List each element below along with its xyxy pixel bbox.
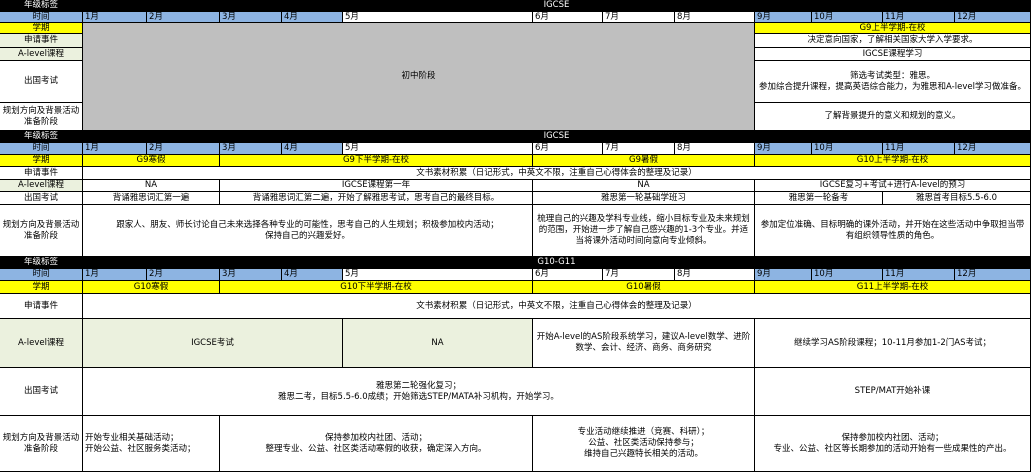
alevel-text[interactable]: IGCSE课程学习 <box>755 48 1031 61</box>
month-cell[interactable]: 8月 <box>675 269 755 281</box>
alevel-label[interactable]: A-level课程 <box>0 48 83 61</box>
month-cell[interactable]: 10月 <box>812 143 883 155</box>
plan-item[interactable]: 保持参加校内社团、活动； 整理专业、公益、社区类活动寒假的收获，确定深入方向。 <box>220 416 533 472</box>
exam-item[interactable]: 雅思第一轮基础学班习 <box>533 192 755 205</box>
month-cell[interactable]: 1月 <box>83 269 147 281</box>
application-label[interactable]: 申请事件 <box>0 34 83 48</box>
exam-label[interactable]: 出国考试 <box>0 368 83 416</box>
term-g9-winter[interactable]: G9寒假 <box>83 155 220 167</box>
application-label[interactable]: 申请事件 <box>0 167 83 180</box>
month-cell[interactable]: 12月 <box>955 143 1031 155</box>
grade-value[interactable]: IGCSE <box>83 0 1031 12</box>
month-cell[interactable]: 1月 <box>83 143 147 155</box>
exam-item[interactable]: 背诵雅思词汇第二遍，开始了解雅思考试，思考自己的最终目标。 <box>220 192 533 205</box>
month-cell[interactable]: 6月 <box>533 12 603 23</box>
month-cell[interactable]: 11月 <box>883 12 955 23</box>
application-text[interactable]: 文书素材积累（日记形式，中英文不限，注重自己心得体会的整理及记录） <box>83 294 1031 319</box>
month-cell[interactable]: 6月 <box>533 143 603 155</box>
term-g9-summer[interactable]: G9暑假 <box>533 155 755 167</box>
grade-value[interactable]: G10-G11 <box>83 257 1031 269</box>
exam-item[interactable]: STEP/MAT开始补课 <box>755 368 1031 416</box>
month-cell[interactable]: 1月 <box>83 12 147 23</box>
time-label[interactable]: 时间 <box>0 12 83 23</box>
month-cell[interactable]: 3月 <box>220 143 282 155</box>
alevel-item[interactable]: IGCSE复习+考试+进行A-level的预习 <box>755 180 1031 192</box>
alevel-label[interactable]: A-level课程 <box>0 319 83 368</box>
month-cell[interactable]: 9月 <box>755 143 812 155</box>
month-cell[interactable]: 10月 <box>812 12 883 23</box>
month-cell[interactable]: 12月 <box>955 12 1031 23</box>
plan-label[interactable]: 规划方向及背景活动准备阶段 <box>0 416 83 472</box>
term-g9-first-half[interactable]: G9上半学期-在校 <box>755 23 1031 34</box>
alevel-label[interactable]: A-level课程 <box>0 180 83 192</box>
grade-label[interactable]: 年级标签 <box>0 257 83 269</box>
month-cell[interactable]: 7月 <box>603 12 675 23</box>
month-cell[interactable]: 3月 <box>220 269 282 281</box>
term-label[interactable]: 学期 <box>0 281 83 294</box>
grade-label[interactable]: 年级标签 <box>0 0 83 12</box>
month-cell[interactable]: 7月 <box>603 143 675 155</box>
month-cell[interactable]: 5月 <box>343 143 533 155</box>
plan-text[interactable]: 了解背景提升的意义和规划的意义。 <box>755 103 1031 131</box>
term-g10-summer[interactable]: G10暑假 <box>533 281 755 294</box>
term-label[interactable]: 学期 <box>0 155 83 167</box>
plan-item[interactable]: 开始专业相关基础活动； 开始公益、社区服务类活动； <box>83 416 220 472</box>
month-cell[interactable]: 11月 <box>883 143 955 155</box>
middle-school-block[interactable]: 初中阶段 <box>83 23 755 131</box>
month-cell[interactable]: 6月 <box>533 269 603 281</box>
alevel-item[interactable]: NA <box>343 319 533 368</box>
term-g10-winter[interactable]: G10寒假 <box>83 281 220 294</box>
exam-item[interactable]: 雅思第二轮强化复习； 雅思二考，目标5.5-6.0成绩；开始筛选STEP/MAT… <box>83 368 755 416</box>
alevel-item[interactable]: IGCSE课程第一年 <box>220 180 533 192</box>
month-cell[interactable]: 7月 <box>603 269 675 281</box>
time-label[interactable]: 时间 <box>0 269 83 281</box>
month-cell[interactable]: 5月 <box>343 269 533 281</box>
plan-label[interactable]: 规划方向及背景活动准备阶段 <box>0 205 83 257</box>
alevel-item[interactable]: NA <box>533 180 755 192</box>
month-cell[interactable]: 9月 <box>755 269 812 281</box>
alevel-item[interactable]: 开始A-level的AS阶段系统学习，建议A-level数学、进阶数学、会计、经… <box>533 319 755 368</box>
plan-label[interactable]: 规划方向及背景活动准备阶段 <box>0 103 83 131</box>
plan-item[interactable]: 保持参加校内社团、活动； 专业、公益、社区等长期参加的活动开始有一些成果性的产出… <box>755 416 1031 472</box>
plan-item[interactable]: 梳理自己的兴趣及学科专业线，缩小目标专业及未来规划的范围，开始进一步了解自己感兴… <box>533 205 755 257</box>
term-g10-first-half[interactable]: G10上半学期-在校 <box>755 155 1031 167</box>
exam-label[interactable]: 出国考试 <box>0 61 83 103</box>
term-g9-second-half[interactable]: G9下半学期-在校 <box>220 155 533 167</box>
planning-spreadsheet: 年级标签 IGCSE 时间 1月 2月 3月 4月 5月 6月 7月 8月 9月 10月 11月 12月 学期… <box>0 0 1034 472</box>
application-text[interactable]: 文书素材积累（日记形式，中英文不限，注重自己心得体会的整理及记录） <box>83 167 1031 180</box>
month-cell[interactable]: 4月 <box>282 143 343 155</box>
month-cell[interactable]: 10月 <box>812 269 883 281</box>
exam-item[interactable]: 背诵雅思词汇第一遍 <box>83 192 220 205</box>
month-cell[interactable]: 2月 <box>147 12 220 23</box>
month-cell[interactable]: 12月 <box>955 269 1031 281</box>
exam-item[interactable]: 雅思第一轮备考 <box>755 192 883 205</box>
alevel-item[interactable]: IGCSE考试 <box>83 319 343 368</box>
month-cell[interactable]: 2月 <box>147 269 220 281</box>
application-text[interactable]: 决定意向国家，了解相关国家大学入学要求。 <box>755 34 1031 48</box>
month-cell[interactable]: 8月 <box>675 143 755 155</box>
plan-item[interactable]: 参加定位准确、目标明确的课外活动，并开始在这些活动中争取担当带有组织领导性质的角… <box>755 205 1031 257</box>
term-g11-first-half[interactable]: G11上半学期-在校 <box>755 281 1031 294</box>
month-cell[interactable]: 8月 <box>675 12 755 23</box>
alevel-item[interactable]: 继续学习AS阶段课程；10-11月参加1-2门AS考试； <box>755 319 1031 368</box>
month-cell[interactable]: 4月 <box>282 269 343 281</box>
exam-text[interactable]: 筛选考试类型：雅思。 参加综合提升课程，提高英语综合能力，为雅思和A-level… <box>755 61 1031 103</box>
grade-value[interactable]: IGCSE <box>83 131 1031 143</box>
plan-item[interactable]: 跟家人、朋友、师长讨论自己未来选择各种专业的可能性，思考自己的人生规划；积极参加… <box>83 205 533 257</box>
grade-label[interactable]: 年级标签 <box>0 131 83 143</box>
plan-item[interactable]: 专业活动继续推进（竞赛、科研）； 公益、社区类活动保持参与； 维持自己兴趣特长相… <box>533 416 755 472</box>
month-cell[interactable]: 4月 <box>282 12 343 23</box>
month-cell[interactable]: 3月 <box>220 12 282 23</box>
month-cell[interactable]: 2月 <box>147 143 220 155</box>
exam-item[interactable]: 雅思首考目标5.5-6.0 <box>883 192 1031 205</box>
alevel-item[interactable]: NA <box>83 180 220 192</box>
term-g10-second-half[interactable]: G10下半学期-在校 <box>220 281 533 294</box>
month-cell[interactable]: 9月 <box>755 12 812 23</box>
application-label[interactable]: 申请事件 <box>0 294 83 319</box>
month-cell[interactable]: 5月 <box>343 12 533 23</box>
term-label[interactable]: 学期 <box>0 23 83 34</box>
exam-label[interactable]: 出国考试 <box>0 192 83 205</box>
time-label[interactable]: 时间 <box>0 143 83 155</box>
month-cell[interactable]: 11月 <box>883 269 955 281</box>
